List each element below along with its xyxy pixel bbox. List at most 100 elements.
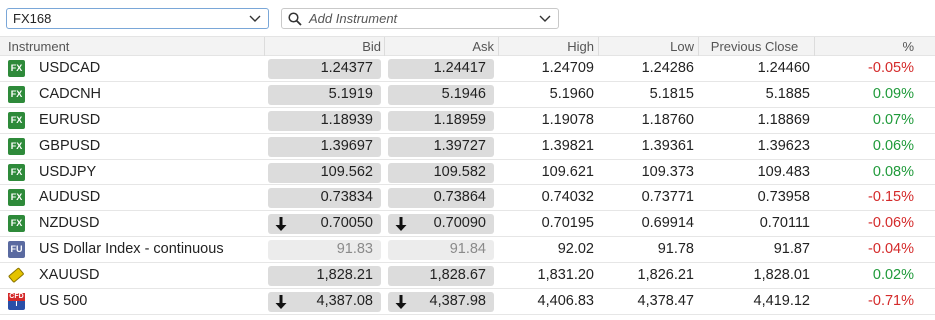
column-header-high[interactable]: High [498,37,594,56]
low-value: 109.373 [641,163,694,180]
ask-cell[interactable]: 1.39727 [388,134,494,159]
ask-value: 1,828.67 [429,267,486,284]
ask-value: 0.73864 [433,189,486,206]
low-value: 91.78 [657,241,694,258]
low-value: 0.69914 [641,215,694,232]
table-row[interactable]: FX AUDUSD 0.73834 0.73864 0.74032 0.73771 0.73… [0,185,935,212]
column-header-previous-close[interactable]: Previous Close [698,37,810,56]
bid-cell[interactable]: 1.39697 [268,134,381,159]
table-row[interactable]: FX CADCNH 5.1919 5.1946 5.1960 5.1815 5.1885 0.… [0,82,935,108]
ask-cell[interactable]: 1,828.67 [388,263,494,288]
ask-cell[interactable]: 0.70090 [388,211,494,236]
instrument-name[interactable]: AUDUSD [39,185,264,210]
ask-cell[interactable]: 0.73864 [388,185,494,210]
instrument-type-cell: FX [8,56,26,81]
column-header-instrument[interactable]: Instrument [8,37,69,56]
bid-cell[interactable]: 1,828.21 [268,263,381,288]
column-header-low[interactable]: Low [598,37,694,56]
low-value: 4,378.47 [637,293,694,310]
ask-cell[interactable]: 5.1946 [388,82,494,107]
bid-cell[interactable]: 1.24377 [268,56,381,81]
bid-value: 1,828.21 [316,267,373,284]
fx-badge-icon: FX [8,137,25,155]
bid-cell[interactable]: 91.83 [268,237,381,262]
quotes-table: Instrument Bid Ask High Low Previous Clo… [0,36,935,315]
ask-cell[interactable]: 91.84 [388,237,494,262]
instrument-name[interactable]: XAUUSD [39,263,264,288]
high-value: 1,831.20 [537,267,594,284]
chevron-down-icon[interactable] [536,9,554,28]
high-value: 109.621 [541,163,594,180]
percent-change-value: -0.15% [868,189,914,206]
instrument-name[interactable]: USDJPY [39,160,264,185]
previous-close-value: 4,419.12 [753,293,810,310]
instrument-name[interactable]: GBPUSD [39,134,264,159]
low-value: 1,826.21 [637,267,694,284]
high-value: 5.1960 [549,85,594,102]
instrument-name[interactable]: US 500 [39,289,264,314]
ask-value: 0.70090 [433,215,486,232]
low-value: 1.39361 [641,137,694,154]
bid-cell[interactable]: 4,387.08 [268,289,381,314]
table-row[interactable]: FX EURUSD 1.18939 1.18959 1.19078 1.18760 1.18… [0,108,935,134]
arrow-down-icon [394,216,408,232]
percent-change-value: -0.71% [868,293,914,310]
ask-cell[interactable]: 109.582 [388,160,494,185]
table-row[interactable]: CFD I US 500 4,387.08 4,387.98 4,406.83 4,378.… [0,289,935,315]
ask-value: 1.24417 [433,60,486,76]
bid-cell[interactable]: 109.562 [268,160,381,185]
column-header-percent[interactable]: % [814,37,914,56]
ask-cell[interactable]: 1.18959 [388,108,494,133]
table-row[interactable]: FU US Dollar Index - continuous 91.83 91.84… [0,237,935,264]
instrument-name[interactable]: CADCNH [39,82,264,107]
high-value: 0.70195 [541,215,594,232]
table-row[interactable]: FX GBPUSD 1.39697 1.39727 1.39821 1.39361 1.39… [0,134,935,160]
column-header-ask[interactable]: Ask [384,37,494,56]
bid-cell[interactable]: 0.73834 [268,185,381,210]
instrument-name[interactable]: US Dollar Index - continuous [39,237,264,262]
ask-value: 1.39727 [433,137,486,154]
high-value: 0.74032 [541,189,594,206]
instrument-name[interactable]: USDCAD [39,56,264,81]
table-row[interactable]: FX USDJPY 109.562 109.582 109.621 109.373 109.… [0,160,935,186]
previous-close-value: 1.39623 [757,137,810,154]
column-header-bid[interactable]: Bid [264,37,381,56]
previous-close-value: 1.24460 [757,60,810,76]
add-instrument-dropdown[interactable]: Add Instrument [281,8,559,29]
table-row[interactable]: XAUUSD 1,828.21 1,828.67 1,831.20 1,826.21 1,… [0,263,935,290]
ask-cell[interactable]: 4,387.98 [388,289,494,314]
instrument-type-cell: FX [8,160,26,185]
fx-badge-icon: FX [8,189,25,207]
table-row[interactable]: FX USDCAD 1.24377 1.24417 1.24709 1.24286 1.24… [0,56,935,82]
percent-change-value: 0.09% [872,85,914,102]
bid-cell[interactable]: 5.1919 [268,82,381,107]
high-value: 92.02 [557,241,594,258]
bid-value: 91.83 [336,241,373,258]
high-value: 1.19078 [541,111,594,128]
source-dropdown[interactable]: FX168 [6,8,269,29]
low-value: 1.24286 [641,60,694,76]
high-value: 4,406.83 [537,293,594,310]
bid-cell[interactable]: 1.18939 [268,108,381,133]
toolbar: FX168 Add Instrument [0,0,935,36]
percent-change-value: 0.08% [872,163,914,180]
arrow-down-icon [274,216,288,232]
bid-value: 1.39697 [320,137,373,154]
percent-change-value: -0.04% [868,241,914,258]
previous-close-value: 5.1885 [765,85,810,102]
low-value: 5.1815 [649,85,694,102]
fx-badge-icon: FX [8,215,25,233]
arrow-down-icon [394,294,408,310]
percent-change-value: 0.02% [872,267,914,284]
instrument-name[interactable]: EURUSD [39,108,264,133]
bid-cell[interactable]: 0.70050 [268,211,381,236]
fx-badge-icon: FX [8,85,25,103]
percent-change-value: 0.06% [872,137,914,154]
previous-close-value: 91.87 [773,241,810,258]
ask-cell[interactable]: 1.24417 [388,56,494,81]
bid-value: 109.562 [320,163,373,180]
instrument-name[interactable]: NZDUSD [39,211,264,236]
table-row[interactable]: FX NZDUSD 0.70050 0.70090 0.70195 0.69914 0.70… [0,211,935,238]
bid-value: 0.73834 [320,189,373,206]
chevron-down-icon[interactable] [246,9,264,28]
